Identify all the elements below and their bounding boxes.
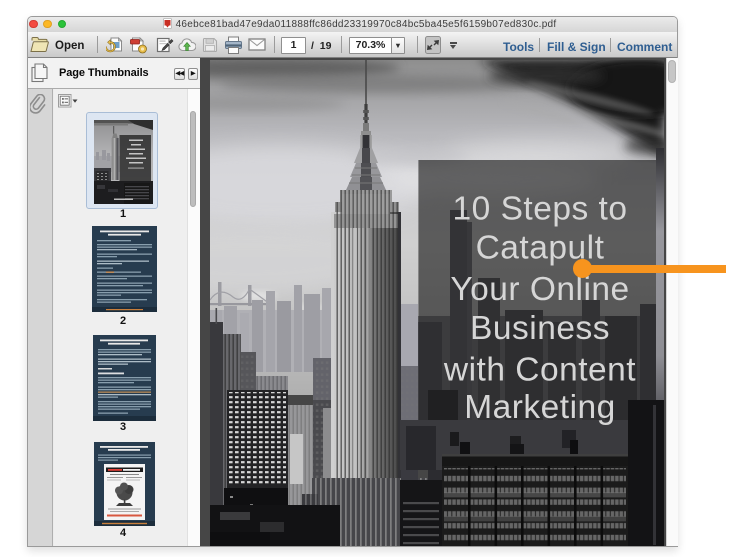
svg-text:Business: Business: [470, 310, 610, 347]
svg-text:10 Steps to: 10 Steps to: [453, 191, 628, 228]
svg-text:Your Online: Your Online: [450, 271, 629, 308]
svg-text:with Content: with Content: [443, 352, 636, 389]
svg-text:Marketing: Marketing: [464, 389, 616, 426]
